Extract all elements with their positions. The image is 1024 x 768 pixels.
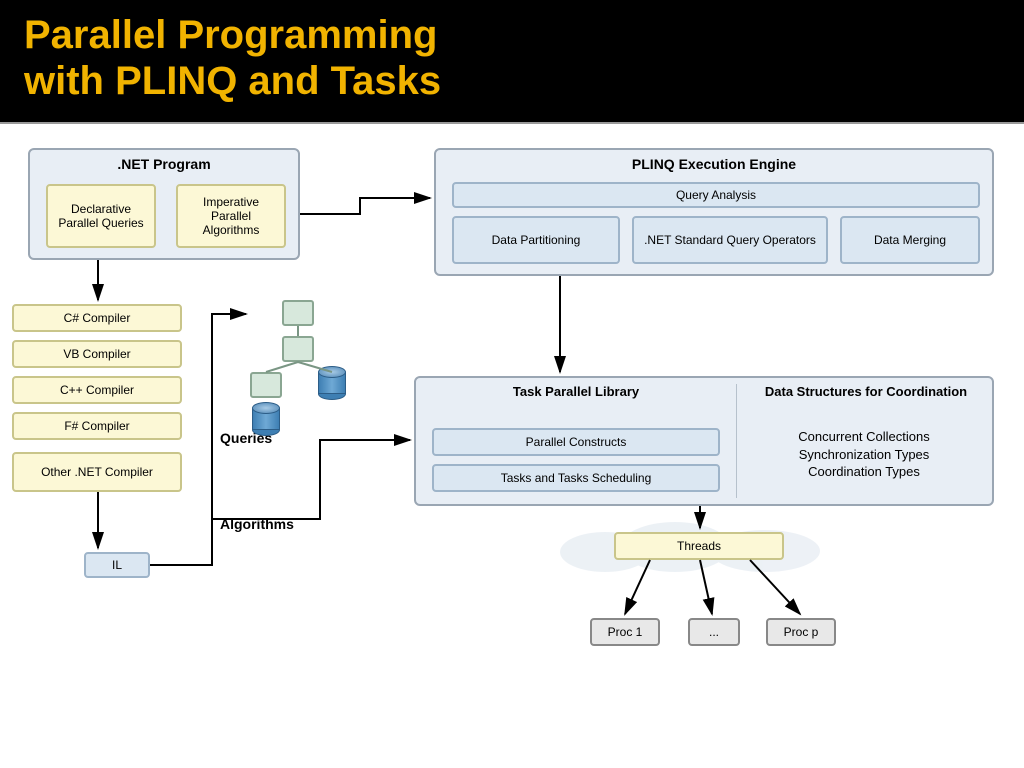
ds-line3: Coordination Types: [750, 463, 978, 481]
panel-tpl-ds: Task Parallel Library Data Structures fo…: [414, 376, 994, 506]
diagram-canvas: .NET Program Declarative Parallel Querie…: [0, 124, 1024, 754]
box-declarative-queries: Declarative Parallel Queries: [46, 184, 156, 248]
box-query-analysis: Query Analysis: [452, 182, 980, 208]
title-line-1: Parallel Programming: [24, 13, 437, 57]
box-csharp-compiler: C# Compiler: [12, 304, 182, 332]
box-il: IL: [84, 552, 150, 578]
database-icon: [252, 402, 280, 436]
box-imperative-algorithms: Imperative Parallel Algorithms: [176, 184, 286, 248]
database-icon: [318, 366, 346, 400]
ds-line1: Concurrent Collections: [750, 428, 978, 446]
box-data-partitioning: Data Partitioning: [452, 216, 620, 264]
ds-line2: Synchronization Types: [750, 446, 978, 464]
label-algorithms: Algorithms: [220, 516, 294, 532]
box-fsharp-compiler: F# Compiler: [12, 412, 182, 440]
slide-title: Parallel Programming with PLINQ and Task…: [24, 12, 1000, 104]
title-line-2: with PLINQ and Tasks: [24, 59, 441, 103]
ds-title: Data Structures for Coordination: [736, 378, 996, 407]
box-other-compiler: Other .NET Compiler: [12, 452, 182, 492]
box-proc-ellipsis: ...: [688, 618, 740, 646]
panel-net-program: .NET Program Declarative Parallel Querie…: [28, 148, 300, 260]
tree-node-icon: [282, 336, 314, 362]
box-cpp-compiler: C++ Compiler: [12, 376, 182, 404]
box-proc-p: Proc p: [766, 618, 836, 646]
box-vb-compiler: VB Compiler: [12, 340, 182, 368]
box-parallel-constructs: Parallel Constructs: [432, 428, 720, 456]
tpl-title: Task Parallel Library: [416, 378, 736, 407]
box-proc-1: Proc 1: [590, 618, 660, 646]
plinq-title: PLINQ Execution Engine: [436, 150, 992, 180]
tree-node-icon: [282, 300, 314, 326]
net-program-title: .NET Program: [30, 150, 298, 180]
box-std-query-ops: .NET Standard Query Operators: [632, 216, 828, 264]
panel-plinq-engine: PLINQ Execution Engine Query Analysis Da…: [434, 148, 994, 276]
box-tasks-scheduling: Tasks and Tasks Scheduling: [432, 464, 720, 492]
box-data-merging: Data Merging: [840, 216, 980, 264]
box-threads: Threads: [614, 532, 784, 560]
tree-node-icon: [250, 372, 282, 398]
title-bar: Parallel Programming with PLINQ and Task…: [0, 0, 1024, 122]
ds-list: Concurrent Collections Synchronization T…: [746, 422, 982, 487]
